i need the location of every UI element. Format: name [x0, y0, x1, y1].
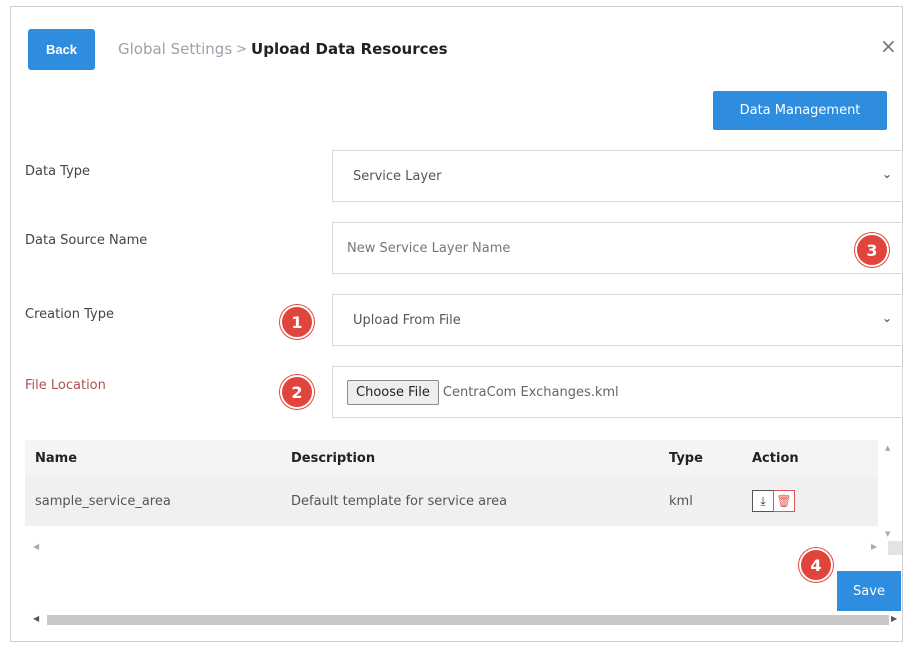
chevron-down-icon: ⌄ — [881, 311, 892, 325]
close-icon[interactable]: × — [880, 36, 897, 56]
selected-file-name: CentraCom Exchanges.kml — [442, 384, 619, 400]
row-type: kml — [669, 493, 693, 509]
row-description: Default template for service area — [291, 493, 508, 509]
data-type-label: Data Type — [25, 164, 91, 179]
scroll-up-icon[interactable]: ▲ — [885, 444, 890, 452]
creation-type-select[interactable]: Upload From File ⌄ — [332, 294, 903, 346]
save-button[interactable]: Save — [837, 571, 901, 611]
column-header-type[interactable]: Type — [669, 440, 703, 476]
breadcrumb: Global Settings > Upload Data Resources — [118, 40, 448, 58]
table-row: sample_service_area Default template for… — [25, 476, 878, 526]
creation-type-label: Creation Type — [25, 307, 114, 322]
data-source-name-placeholder: New Service Layer Name — [347, 240, 511, 256]
data-resources-table: Name Description Type Action sample_serv… — [25, 440, 878, 526]
back-button[interactable]: Back — [28, 29, 95, 70]
page-horizontal-scrollbar[interactable]: ◀ ▶ — [25, 613, 901, 627]
scroll-down-icon[interactable]: ▼ — [885, 530, 890, 538]
step-badge-1: 1 — [280, 305, 314, 339]
scroll-left-icon[interactable]: ◀ — [33, 614, 39, 623]
scroll-corner — [888, 541, 902, 555]
row-actions: ⤓ 🗑 — [752, 476, 795, 526]
step-badge-2: 2 — [280, 375, 314, 409]
scroll-right-icon[interactable]: ▶ — [871, 542, 877, 551]
creation-type-value: Upload From File — [353, 312, 461, 328]
choose-file-button[interactable]: Choose File — [347, 379, 439, 405]
trash-icon[interactable]: 🗑 — [773, 490, 795, 512]
row-name: sample_service_area — [35, 493, 171, 509]
table-horizontal-scrollbar[interactable]: ◀ ▶ — [25, 542, 878, 556]
scrollbar-thumb[interactable] — [47, 615, 889, 625]
breadcrumb-separator: > — [236, 41, 248, 57]
chevron-down-icon: ⌄ — [881, 167, 892, 181]
scroll-left-icon[interactable]: ◀ — [33, 542, 39, 551]
data-type-value: Service Layer — [353, 168, 442, 184]
column-header-name[interactable]: Name — [35, 440, 77, 476]
download-icon[interactable]: ⤓ — [752, 490, 774, 512]
data-source-name-label: Data Source Name — [25, 233, 148, 248]
breadcrumb-global-settings[interactable]: Global Settings — [118, 40, 232, 58]
data-management-button[interactable]: Data Management — [713, 91, 887, 130]
file-location-field: Choose File CentraCom Exchanges.kml — [332, 366, 903, 418]
table-header: Name Description Type Action — [25, 440, 878, 476]
column-header-description[interactable]: Description — [291, 440, 375, 476]
page-title: Upload Data Resources — [251, 40, 448, 58]
data-type-select[interactable]: Service Layer ⌄ — [332, 150, 903, 202]
data-source-name-input[interactable]: New Service Layer Name — [332, 222, 903, 274]
file-location-label: File Location — [25, 378, 106, 393]
column-header-action[interactable]: Action — [752, 440, 799, 476]
scroll-right-icon[interactable]: ▶ — [891, 614, 897, 623]
step-badge-3: 3 — [855, 233, 889, 267]
